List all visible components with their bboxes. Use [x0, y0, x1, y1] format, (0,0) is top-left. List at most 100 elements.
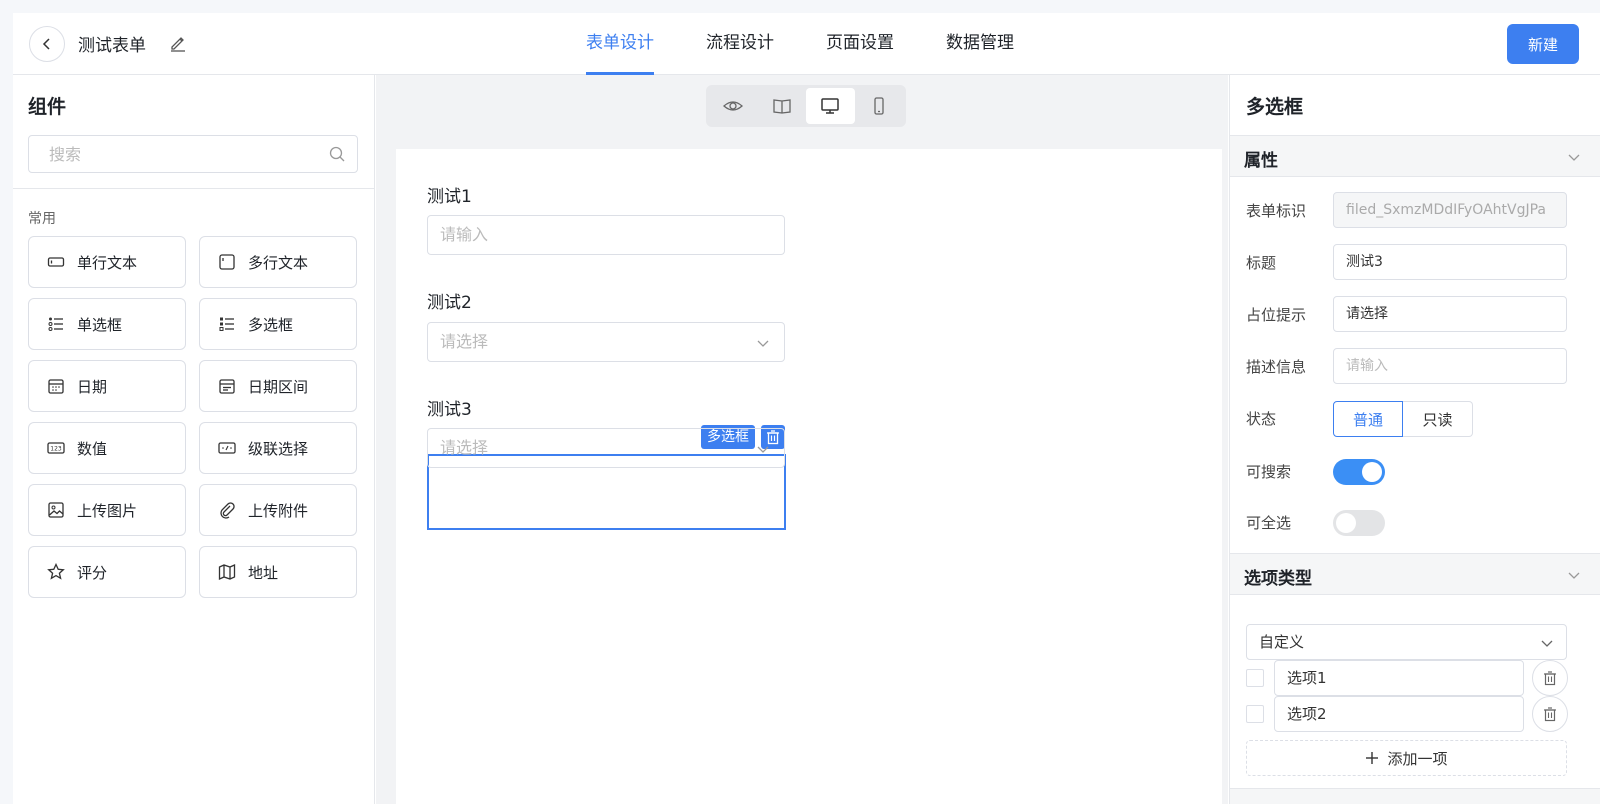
section-footer: [1230, 788, 1600, 804]
option-type-select[interactable]: 自定义: [1246, 624, 1567, 660]
cascader-icon: [218, 439, 236, 457]
component-label: 地址: [248, 563, 279, 582]
number-icon: 123: [47, 439, 65, 457]
field-placeholder: 请选择: [440, 332, 489, 351]
tab-form-design[interactable]: 表单设计: [586, 13, 654, 75]
chevron-down-icon: [1541, 640, 1553, 647]
component-number[interactable]: 123 数值: [28, 422, 186, 474]
component-label: 上传附件: [248, 501, 309, 520]
toggle-knob: [1362, 462, 1382, 482]
tab-data-management[interactable]: 数据管理: [946, 13, 1014, 75]
component-upload-attachment[interactable]: 上传附件: [199, 484, 357, 536]
component-address[interactable]: 地址: [199, 546, 357, 598]
component-grid: 单行文本 多行文本 单选框 多选框 日期 日期区间 123 数值 级联选择 上传…: [28, 236, 358, 598]
property-panel: 多选框 属性 表单标识 filed_SxmzMDdIFyOAhtVgJPa 标题…: [1229, 75, 1600, 804]
add-option-label: 添加一项: [1387, 749, 1448, 768]
chevron-left-icon: [42, 38, 50, 50]
image-icon: [47, 501, 65, 519]
option-input[interactable]: 选项2: [1274, 696, 1524, 732]
add-option-button[interactable]: 添加一项: [1246, 740, 1567, 776]
prop-label: 可全选: [1246, 514, 1292, 532]
calendar-icon: [47, 377, 65, 395]
component-label: 级联选择: [248, 439, 309, 458]
preview-button[interactable]: [709, 88, 758, 124]
component-checkbox[interactable]: 多选框: [199, 298, 357, 350]
field-label: 测试2: [427, 293, 472, 313]
design-area: 测试1 请输入 测试2 请选择 多选框 测试3 请选择: [376, 75, 1228, 804]
component-date[interactable]: 日期: [28, 360, 186, 412]
component-upload-image[interactable]: 上传图片: [28, 484, 186, 536]
checkbox-list-icon: [218, 315, 236, 333]
component-date-range[interactable]: 日期区间: [199, 360, 357, 412]
component-label: 多选框: [248, 315, 294, 334]
search-input[interactable]: [29, 136, 309, 172]
toggle-knob: [1336, 513, 1356, 533]
tab-flow-design[interactable]: 流程设计: [706, 13, 774, 75]
top-header: 测试表单 表单设计 流程设计 页面设置 数据管理 新建: [13, 13, 1600, 75]
back-button[interactable]: [29, 26, 65, 62]
option-input[interactable]: 选项1: [1274, 660, 1524, 696]
component-label: 数值: [77, 439, 108, 458]
component-cascader[interactable]: 级联选择: [199, 422, 357, 474]
view-mode-switch: [706, 85, 906, 127]
component-label: 多行文本: [248, 253, 309, 272]
chevron-down-icon: [1568, 572, 1580, 579]
state-readonly-option[interactable]: 只读: [1403, 401, 1473, 437]
delete-option-button[interactable]: [1532, 660, 1568, 696]
prop-label: 占位提示: [1246, 306, 1307, 324]
select-all-toggle[interactable]: [1333, 510, 1385, 536]
section-title: 选项类型: [1244, 569, 1312, 589]
component-multi-line-text[interactable]: 多行文本: [199, 236, 357, 288]
trash-icon: [1544, 671, 1556, 686]
field-select-test3[interactable]: 请选择: [427, 428, 785, 468]
component-label: 单选框: [77, 315, 123, 334]
option-row: 选项1: [1246, 660, 1586, 696]
map-icon: [218, 563, 236, 581]
state-segmented-control: 普通 只读: [1333, 401, 1473, 437]
component-panel: 组件 常用 单行文本 多行文本 单选框 多选框: [13, 75, 375, 804]
chevron-down-icon: [757, 340, 769, 347]
component-label: 单行文本: [77, 253, 138, 272]
field-placeholder: 请选择: [440, 438, 489, 457]
option-row: 选项2: [1246, 696, 1586, 732]
component-label: 日期区间: [248, 377, 309, 396]
app-window: 测试表单 表单设计 流程设计 页面设置 数据管理 新建 组件 常用 单行文本 多…: [13, 13, 1600, 804]
edit-pencil-icon[interactable]: [169, 34, 187, 52]
form-id-field: filed_SxmzMDdIFyOAhtVgJPa: [1333, 192, 1567, 228]
option-type-section-header[interactable]: 选项类型: [1230, 553, 1600, 595]
section-label-common: 常用: [28, 211, 56, 227]
form-title: 测试表单: [78, 36, 146, 56]
field-select-test2[interactable]: 请选择: [427, 322, 785, 362]
tab-page-settings[interactable]: 页面设置: [826, 13, 894, 75]
prop-label: 表单标识: [1246, 202, 1307, 220]
field-input-test1[interactable]: 请输入: [427, 215, 785, 255]
placeholder-field[interactable]: 请选择: [1333, 296, 1567, 332]
desktop-view-button[interactable]: [806, 88, 855, 124]
search-icon[interactable]: [329, 146, 345, 162]
title-field[interactable]: 测试3: [1333, 244, 1567, 280]
plus-icon: [1366, 752, 1379, 764]
new-button[interactable]: 新建: [1507, 24, 1579, 64]
description-field[interactable]: 请输入: [1333, 348, 1567, 384]
component-label: 上传图片: [77, 501, 138, 520]
searchable-toggle[interactable]: [1333, 459, 1385, 485]
component-rating[interactable]: 评分: [28, 546, 186, 598]
component-panel-title: 组件: [28, 96, 67, 118]
field-label: 测试3: [427, 400, 472, 420]
component-single-line-text[interactable]: 单行文本: [28, 236, 186, 288]
state-normal-option[interactable]: 普通: [1333, 401, 1403, 437]
attributes-section-header[interactable]: 属性: [1230, 135, 1600, 177]
section-title: 属性: [1244, 151, 1278, 171]
delete-option-button[interactable]: [1532, 696, 1568, 732]
book-view-button[interactable]: [758, 88, 807, 124]
option-default-checkbox[interactable]: [1246, 669, 1264, 687]
field-label: 测试1: [427, 187, 472, 207]
mobile-icon: [874, 97, 884, 115]
chevron-down-icon: [1568, 154, 1580, 161]
component-radio[interactable]: 单选框: [28, 298, 186, 350]
paperclip-icon: [218, 501, 236, 519]
star-icon: [47, 563, 65, 581]
option-default-checkbox[interactable]: [1246, 705, 1264, 723]
property-panel-title: 多选框: [1246, 96, 1304, 118]
mobile-view-button[interactable]: [855, 88, 904, 124]
